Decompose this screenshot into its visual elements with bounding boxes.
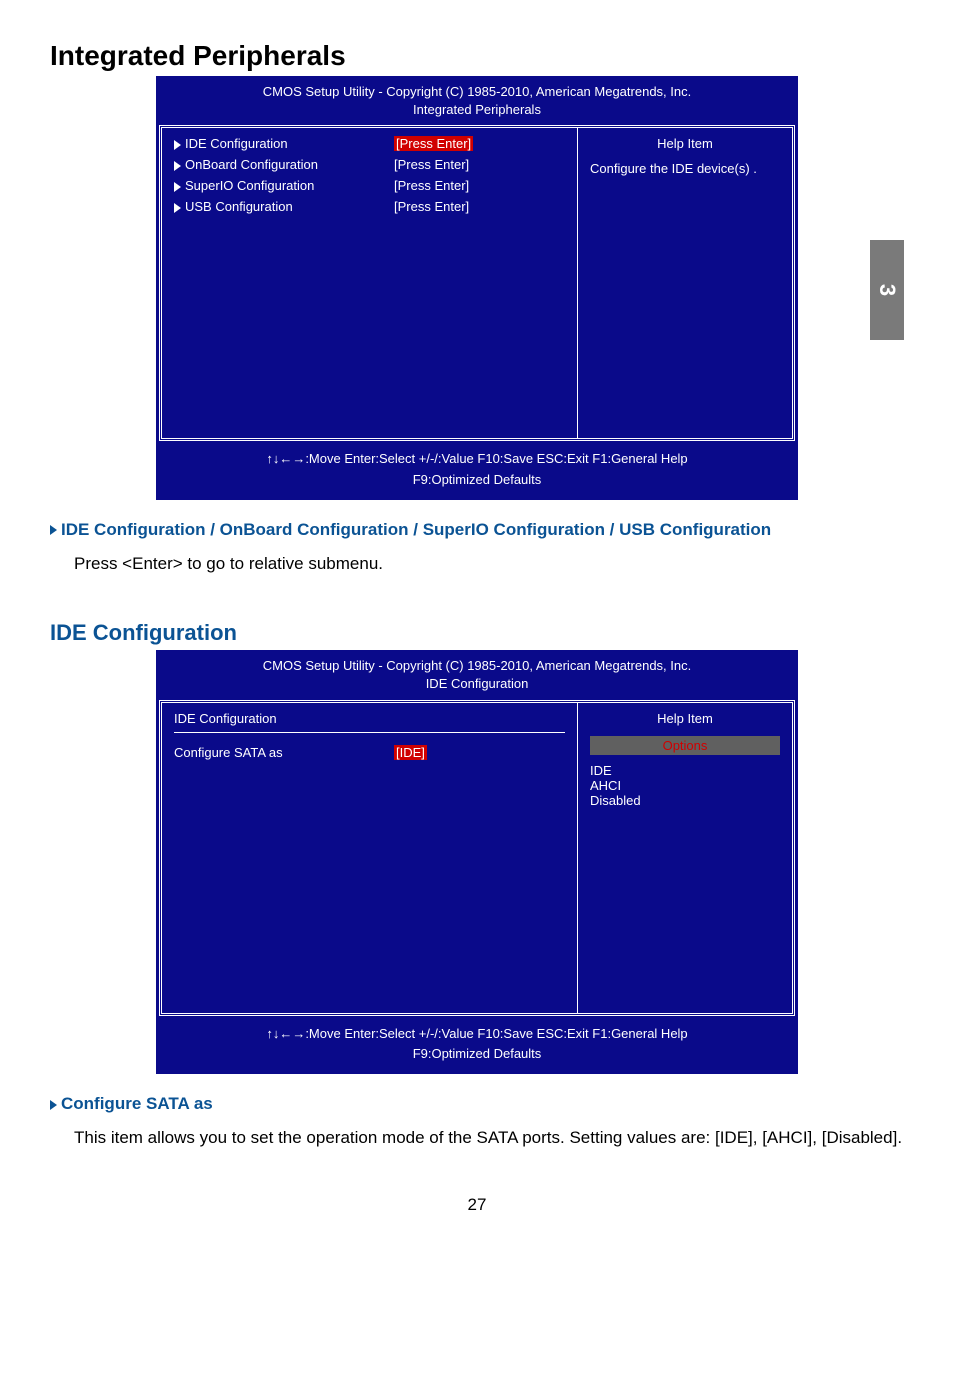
option-disabled: Disabled bbox=[590, 793, 780, 808]
bios-copyright: CMOS Setup Utility - Copyright (C) 1985-… bbox=[157, 657, 797, 675]
bios-screenshot-ide-configuration: CMOS Setup Utility - Copyright (C) 1985-… bbox=[156, 650, 798, 1074]
menu-value: [Press Enter] bbox=[394, 178, 469, 193]
doc-item-head: Configure SATA as bbox=[50, 1094, 904, 1114]
menu-value: [Press Enter] bbox=[394, 157, 469, 172]
section-title-integrated-peripherals: Integrated Peripherals bbox=[50, 40, 904, 72]
triangle-icon bbox=[174, 203, 181, 213]
menu-label: OnBoard Configuration bbox=[174, 157, 394, 172]
doc-item-head: IDE Configuration / OnBoard Configuratio… bbox=[50, 520, 904, 540]
menu-row-superio-config: SuperIO Configuration [Press Enter] bbox=[174, 178, 565, 193]
page-side-tab-number: 3 bbox=[874, 284, 900, 296]
bios-header: CMOS Setup Utility - Copyright (C) 1985-… bbox=[157, 651, 797, 697]
menu-label: SuperIO Configuration bbox=[174, 178, 394, 193]
doc-item-ide-config-line: IDE Configuration / OnBoard Configuratio… bbox=[50, 520, 904, 580]
menu-row-configure-sata: Configure SATA as [IDE] bbox=[174, 745, 565, 760]
help-text: Configure the IDE device(s) . bbox=[590, 161, 780, 176]
menu-value: [Press Enter] bbox=[394, 199, 469, 214]
bios-help-pane: Help Item Options IDE AHCI Disabled bbox=[577, 703, 792, 1013]
bios-footer-keys: ↑↓←→:Move Enter:Select +/-/:Value F10:Sa… bbox=[157, 1024, 797, 1045]
menu-row-ide-config: IDE Configuration [Press Enter] bbox=[174, 136, 565, 151]
page-side-tab: 3 bbox=[870, 240, 904, 340]
bios-footer: ↑↓←→:Move Enter:Select +/-/:Value F10:Sa… bbox=[157, 1018, 797, 1074]
menu-label: Configure SATA as bbox=[174, 745, 394, 760]
section-title-ide-configuration: IDE Configuration bbox=[50, 620, 904, 646]
triangle-icon bbox=[50, 1100, 57, 1110]
triangle-icon bbox=[174, 161, 181, 171]
bios-footer-defaults: F9:Optimized Defaults bbox=[157, 470, 797, 491]
bios-body: IDE Configuration Configure SATA as [IDE… bbox=[159, 700, 795, 1016]
menu-label: USB Configuration bbox=[174, 199, 394, 214]
bios-footer: ↑↓←→:Move Enter:Select +/-/:Value F10:Sa… bbox=[157, 443, 797, 499]
menu-value: [IDE] bbox=[394, 745, 427, 760]
bios-copyright: CMOS Setup Utility - Copyright (C) 1985-… bbox=[157, 83, 797, 101]
menu-category-row: IDE Configuration bbox=[174, 711, 565, 733]
triangle-icon bbox=[174, 140, 181, 150]
option-ide: IDE bbox=[590, 763, 780, 778]
bios-screen-name: IDE Configuration bbox=[157, 675, 797, 693]
bios-footer-defaults: F9:Optimized Defaults bbox=[157, 1044, 797, 1065]
help-title: Help Item bbox=[590, 136, 780, 151]
menu-category-label: IDE Configuration bbox=[174, 711, 277, 726]
bios-footer-keys: ↑↓←→:Move Enter:Select +/-/:Value F10:Sa… bbox=[157, 449, 797, 470]
doc-item-body: Press <Enter> to go to relative submenu. bbox=[74, 548, 904, 580]
bios-menu-list: IDE Configuration Configure SATA as [IDE… bbox=[162, 703, 577, 1013]
menu-label: IDE Configuration bbox=[174, 136, 394, 151]
bios-menu-list: IDE Configuration [Press Enter] OnBoard … bbox=[162, 128, 577, 438]
doc-item-configure-sata: Configure SATA as This item allows you t… bbox=[50, 1094, 904, 1154]
option-ahci: AHCI bbox=[590, 778, 780, 793]
menu-row-onboard-config: OnBoard Configuration [Press Enter] bbox=[174, 157, 565, 172]
bios-help-pane: Help Item Configure the IDE device(s) . bbox=[577, 128, 792, 438]
triangle-icon bbox=[50, 525, 57, 535]
bios-body: IDE Configuration [Press Enter] OnBoard … bbox=[159, 125, 795, 441]
triangle-icon bbox=[174, 182, 181, 192]
help-title: Help Item bbox=[590, 711, 780, 726]
menu-value: [Press Enter] bbox=[394, 136, 473, 151]
bios-screen-name: Integrated Peripherals bbox=[157, 101, 797, 119]
bios-screenshot-integrated-peripherals: CMOS Setup Utility - Copyright (C) 1985-… bbox=[156, 76, 798, 500]
bios-header: CMOS Setup Utility - Copyright (C) 1985-… bbox=[157, 77, 797, 123]
menu-row-usb-config: USB Configuration [Press Enter] bbox=[174, 199, 565, 214]
options-label: Options bbox=[590, 736, 780, 755]
page-number: 27 bbox=[50, 1195, 904, 1215]
doc-item-body: This item allows you to set the operatio… bbox=[74, 1122, 904, 1154]
